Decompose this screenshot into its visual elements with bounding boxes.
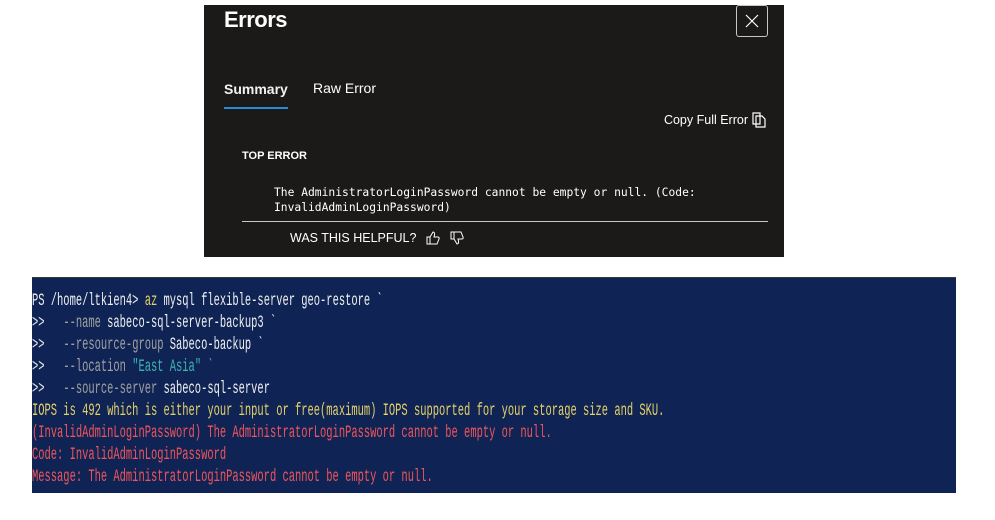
command-name: az [144,292,158,311]
feedback-row: WAS THIS HELPFUL? [290,231,465,245]
error-line: Message: The AdministratorLoginPassword … [32,468,433,487]
error-line: (InvalidAdminLoginPassword) The Administ… [32,424,552,443]
thumbs-up-icon [426,231,441,245]
errors-dialog: Errors Summary Raw Error Copy Full Error… [204,5,784,257]
terminal[interactable]: PS /home/ltkien4> az mysql flexible-serv… [32,277,956,493]
command-args: mysql flexible-server geo-restore ` [157,292,383,311]
tab-raw-error[interactable]: Raw Error [313,80,376,96]
prompt: PS /home/ltkien4> [32,292,145,311]
continuation-prompt: >> [32,336,45,355]
flag: --source-server [63,380,158,399]
close-icon [745,14,759,28]
string-value: "East Asia" [125,358,202,377]
continuation-prompt: >> [32,314,45,333]
warning-line: IOPS is 492 which is either your input o… [32,402,665,421]
flag-value: sabeco-sql-server [157,380,270,399]
error-line: Code: InvalidAdminLoginPassword [32,446,227,465]
error-message: The AdministratorLoginPassword cannot be… [274,186,696,214]
copy-full-error-button[interactable]: Copy Full Error [664,112,766,128]
copy-icon [752,112,766,128]
flag: --resource-group [63,336,164,355]
continuation-line: >> --location "East Asia" ` [32,358,214,377]
top-error-heading: TOP ERROR [242,150,307,162]
tab-summary[interactable]: Summary [224,81,288,109]
copy-label: Copy Full Error [663,113,748,127]
flag: --location [63,358,126,377]
continuation-line: >> --name sabeco-sql-server-backup3 ` [32,314,276,333]
helpful-label: WAS THIS HELPFUL? [290,231,417,245]
continuation-prompt: >> [32,380,45,399]
dialog-title: Errors [224,7,288,32]
close-button[interactable] [736,5,768,37]
continuation-prompt: >> [32,358,45,377]
flag-value: ` [201,358,214,377]
flag-value: sabeco-sql-server-backup3 ` [100,314,277,333]
thumbs-down-icon [450,231,465,245]
divider [242,221,768,222]
command-line: PS /home/ltkien4> az mysql flexible-serv… [32,292,383,311]
continuation-line: >> --resource-group Sabeco-backup ` [32,336,264,355]
flag: --name [63,314,101,333]
thumbs-down-button[interactable] [450,231,465,245]
thumbs-up-button[interactable] [426,231,441,245]
continuation-line: >> --source-server sabeco-sql-server [32,380,270,399]
flag-value: Sabeco-backup ` [163,336,264,355]
